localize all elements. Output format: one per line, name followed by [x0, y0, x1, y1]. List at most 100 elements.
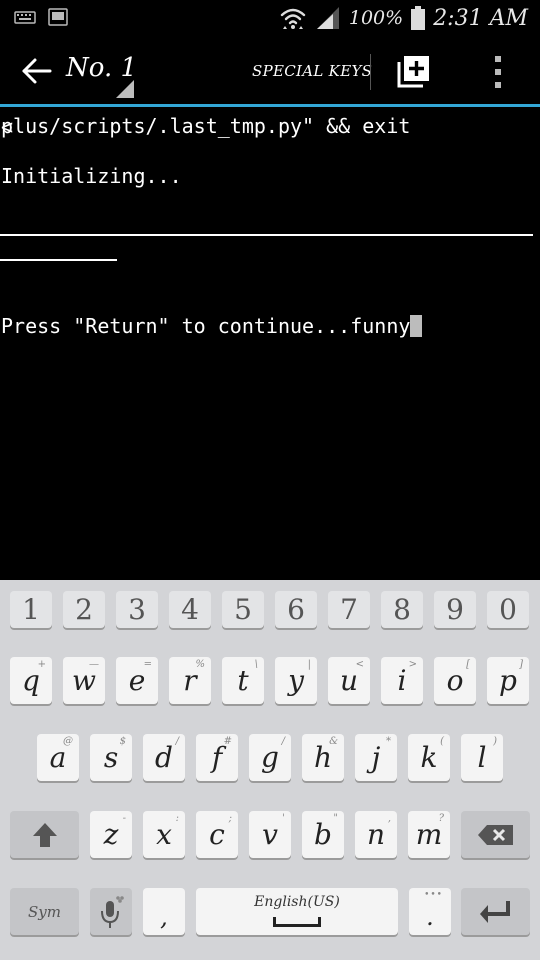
terminal-line: Press "Return" to continue...funny [1, 314, 423, 338]
period-hint: ••• [424, 890, 443, 900]
key-hint: ' [282, 813, 285, 824]
session-title[interactable]: No. 1 [66, 53, 137, 83]
key-u[interactable]: < u [328, 657, 370, 704]
comma-key[interactable]: , [143, 888, 185, 935]
key-hint: & [329, 736, 338, 747]
key-t[interactable]: \ t [222, 657, 264, 704]
backspace-key[interactable] [461, 811, 530, 858]
key-label: k [420, 741, 438, 774]
key-j[interactable]: * j [355, 734, 397, 781]
key-r[interactable]: % r [169, 657, 211, 704]
key-label: c [209, 818, 225, 851]
key-9[interactable]: 9 [434, 591, 476, 628]
key-x[interactable]: :x [143, 811, 185, 858]
sym-key[interactable]: Sym [10, 888, 79, 935]
microphone-icon [101, 895, 124, 928]
key-2[interactable]: 2 [63, 591, 105, 628]
key-label: v [262, 818, 278, 851]
session-dropdown-icon[interactable] [116, 80, 134, 98]
key-8[interactable]: 8 [381, 591, 423, 628]
key-h[interactable]: & h [302, 734, 344, 781]
key-v[interactable]: ' v [249, 811, 291, 858]
space-icon [273, 917, 321, 927]
key-hint: | [307, 659, 311, 670]
new-window-icon[interactable] [397, 54, 431, 88]
key-label: 6 [287, 593, 305, 626]
key-label: 8 [393, 593, 411, 626]
key-label: t [237, 664, 249, 697]
key-hint: \ [254, 659, 258, 670]
key-label: n [366, 818, 386, 851]
enter-arrow-icon [479, 900, 510, 923]
key-4[interactable]: 4 [169, 591, 211, 628]
key-label: 7 [340, 593, 358, 626]
enter-key[interactable] [461, 888, 530, 935]
space-key[interactable]: English(US) [196, 888, 398, 935]
key-l[interactable]: ) l [461, 734, 503, 781]
key-s[interactable]: $ s [90, 734, 132, 781]
key-label: 0 [499, 593, 517, 626]
key-n[interactable]: ,n [355, 811, 397, 858]
key-m[interactable]: ? m [408, 811, 450, 858]
key-hint: ; [228, 813, 232, 824]
period-key[interactable]: ••• . [409, 888, 451, 935]
key-k[interactable]: (k [408, 734, 450, 781]
key-o[interactable]: [o [434, 657, 476, 704]
key-hint: — [89, 659, 99, 670]
keyboard-notification-icon [14, 11, 36, 24]
key-label: j [371, 741, 381, 774]
terminal-view[interactable]: plus/scripts/.last_tmp.py" && exit < Ini… [0, 107, 540, 580]
key-0[interactable]: 0 [487, 591, 529, 628]
key-label: 9 [446, 593, 464, 626]
back-arrow-icon[interactable] [20, 54, 54, 88]
key-hint: > [408, 659, 417, 670]
overflow-menu-icon[interactable] [490, 54, 506, 90]
key-label: 3 [128, 593, 146, 626]
terminal-rule [0, 234, 533, 236]
key-hint: * [386, 736, 391, 747]
key-3[interactable]: 3 [116, 591, 158, 628]
key-hint: ) [493, 736, 497, 747]
language-label: English(US) [254, 894, 340, 910]
key-label: x [156, 818, 172, 851]
battery-percent: 100% [348, 7, 404, 29]
soft-keyboard: Sym , English(US) ••• . 1 2 3 4 5 6 7 8 9 0 + q — w = e… [0, 580, 540, 960]
key-c[interactable]: ; c [196, 811, 238, 858]
key-q[interactable]: + q [10, 657, 52, 704]
key-hint: # [223, 736, 232, 747]
key-label: 4 [181, 593, 199, 626]
key-hint: - [122, 813, 126, 824]
key-hint: ( [440, 736, 444, 747]
status-bar: 100% 2:31 AM [0, 0, 540, 36]
key-i[interactable]: > i [381, 657, 423, 704]
scroll-indicator: < [1, 115, 14, 139]
shift-key[interactable] [10, 811, 79, 858]
key-label: l [477, 741, 487, 774]
key-7[interactable]: 7 [328, 591, 370, 628]
key-label: o [446, 664, 464, 697]
terminal-line: Initializing... [1, 164, 182, 188]
key-hint: $ [119, 736, 126, 747]
backspace-icon [477, 824, 513, 845]
key-b[interactable]: " b [302, 811, 344, 858]
key-d[interactable]: / d [143, 734, 185, 781]
screen-notification-icon [48, 8, 68, 26]
key-label: d [155, 741, 173, 774]
key-y[interactable]: | y [275, 657, 317, 704]
key-w[interactable]: — w [63, 657, 105, 704]
key-5[interactable]: 5 [222, 591, 264, 628]
key-6[interactable]: 6 [275, 591, 317, 628]
key-hint: : [175, 813, 179, 824]
period-key-label: . [426, 902, 434, 931]
key-e[interactable]: = e [116, 657, 158, 704]
signal-icon [316, 7, 339, 29]
key-p[interactable]: ] p [487, 657, 529, 704]
key-hint: = [143, 659, 152, 670]
key-z[interactable]: -z [90, 811, 132, 858]
key-g[interactable]: / g [249, 734, 291, 781]
voice-input-key[interactable] [90, 888, 132, 935]
special-keys-button[interactable]: SPECIAL KEYS [252, 62, 372, 80]
key-1[interactable]: 1 [10, 591, 52, 628]
key-f[interactable]: # f [196, 734, 238, 781]
key-a[interactable]: @ a [37, 734, 79, 781]
